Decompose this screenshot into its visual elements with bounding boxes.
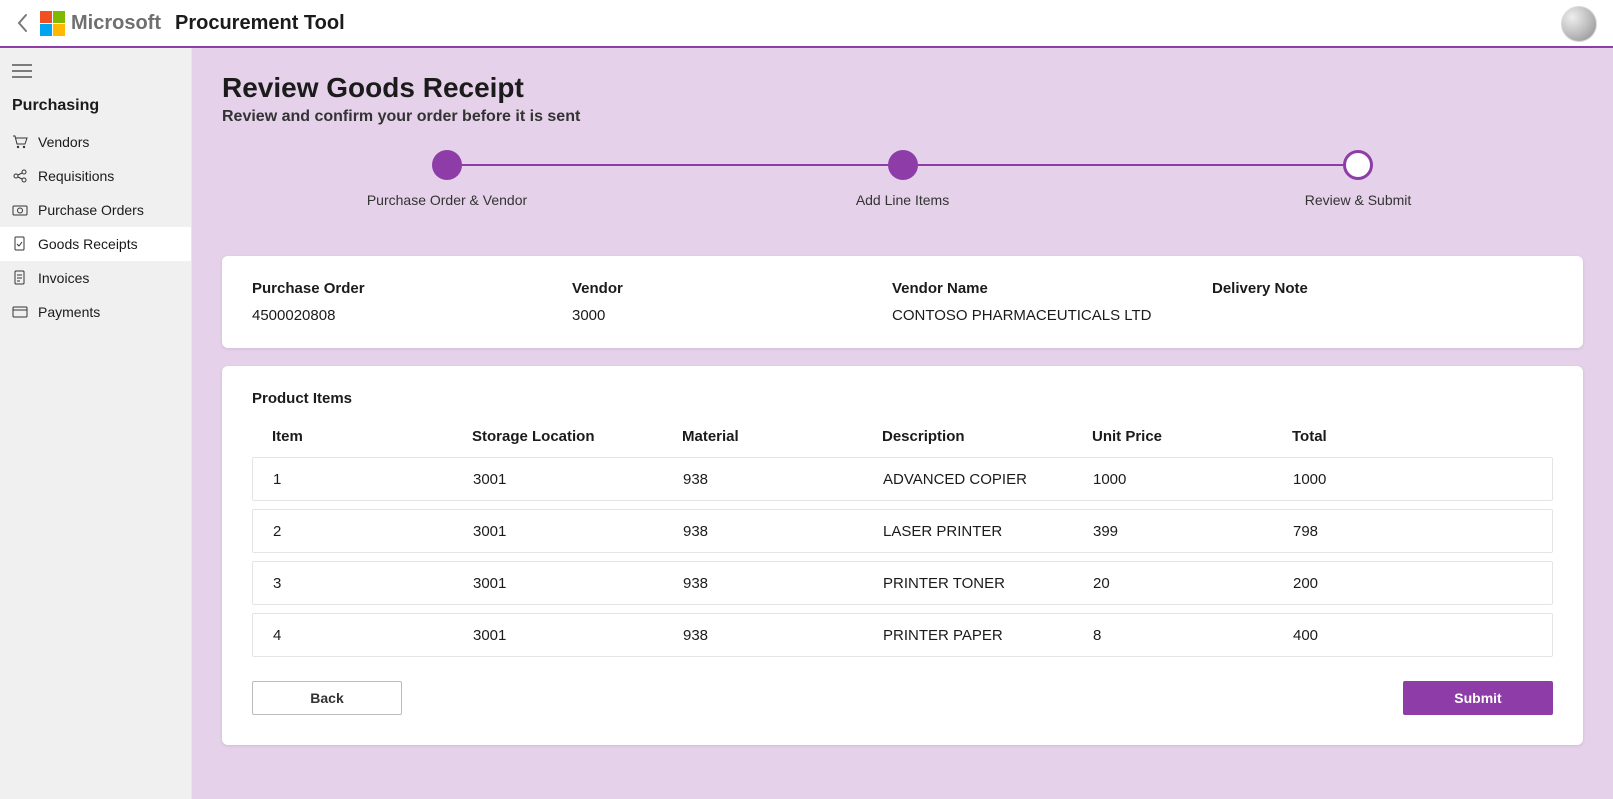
table-row: 4 3001 938 PRINTER PAPER 8 400 [252,613,1553,657]
step-label: Review & Submit [1305,192,1412,208]
col-unit-price: Unit Price [1092,428,1292,445]
cell-unit-price: 8 [1093,627,1293,644]
submit-button-label: Submit [1454,690,1501,706]
items-header-row: Item Storage Location Material Descripti… [252,421,1553,451]
sidebar-item-label: Payments [38,304,100,320]
cell-total: 400 [1293,627,1532,644]
step-1: Purchase Order & Vendor [432,150,462,208]
step-label: Add Line Items [856,192,949,208]
cell-item: 2 [273,523,473,540]
doc-check-icon [12,236,28,252]
hamburger-icon [12,64,32,78]
cell-unit-price: 20 [1093,575,1293,592]
user-avatar[interactable] [1561,6,1597,42]
cell-total: 200 [1293,575,1532,592]
purchase-order-value: 4500020808 [252,307,572,324]
sidebar-item-label: Purchase Orders [38,202,144,218]
delivery-note-label: Delivery Note [1212,280,1553,297]
col-total: Total [1292,428,1533,445]
col-description: Description [882,428,1092,445]
sidebar-item-payments[interactable]: Payments [0,295,191,329]
progress-stepper: Purchase Order & Vendor Add Line Items R… [222,150,1583,220]
cell-material: 938 [683,575,883,592]
step-dot-current-icon [1343,150,1373,180]
main-content: Review Goods Receipt Review and confirm … [192,48,1613,799]
microsoft-word: Microsoft [71,12,161,35]
camera-icon [12,202,28,218]
cell-description: ADVANCED COPIER [883,471,1093,488]
sidebar-group-title: Purchasing [0,93,191,125]
cell-description: LASER PRINTER [883,523,1093,540]
cell-item: 1 [273,471,473,488]
sidebar: Purchasing Vendors Requisitions Purchase… [0,48,192,799]
vendor-value: 3000 [572,307,892,324]
cell-material: 938 [683,471,883,488]
purchase-order-label: Purchase Order [252,280,572,297]
sidebar-item-label: Invoices [38,270,89,286]
sidebar-item-label: Goods Receipts [38,236,138,252]
vendor-label: Vendor [572,280,892,297]
sidebar-item-goods-receipts[interactable]: Goods Receipts [0,227,191,261]
step-dot-done-icon [888,150,918,180]
cell-storage: 3001 [473,471,683,488]
sidebar-item-vendors[interactable]: Vendors [0,125,191,159]
hamburger-button[interactable] [0,60,191,93]
cell-storage: 3001 [473,627,683,644]
col-storage: Storage Location [472,428,682,445]
cell-total: 1000 [1293,471,1532,488]
back-button-label: Back [310,690,343,706]
sidebar-item-purchase-orders[interactable]: Purchase Orders [0,193,191,227]
table-row: 2 3001 938 LASER PRINTER 399 798 [252,509,1553,553]
app-title: Procurement Tool [175,12,345,35]
cell-unit-price: 1000 [1093,471,1293,488]
page-title: Review Goods Receipt [222,72,1583,104]
cell-unit-price: 399 [1093,523,1293,540]
sidebar-nav: Vendors Requisitions Purchase Orders Goo… [0,125,191,329]
cell-storage: 3001 [473,523,683,540]
cell-storage: 3001 [473,575,683,592]
step-dot-done-icon [432,150,462,180]
cell-item: 3 [273,575,473,592]
sidebar-item-invoices[interactable]: Invoices [0,261,191,295]
col-material: Material [682,428,882,445]
step-3: Review & Submit [1343,150,1373,208]
sidebar-item-label: Vendors [38,134,89,150]
cart-icon [12,134,28,150]
page-subtitle: Review and confirm your order before it … [222,108,1583,126]
summary-card: Purchase Order 4500020808 Vendor 3000 Ve… [222,256,1583,348]
col-item: Item [272,428,472,445]
items-card: Product Items Item Storage Location Mate… [222,366,1583,745]
app-header: Microsoft Procurement Tool [0,0,1613,48]
chevron-left-icon [16,13,30,33]
cell-total: 798 [1293,523,1532,540]
cell-material: 938 [683,627,883,644]
share-icon [12,168,28,184]
table-row: 3 3001 938 PRINTER TONER 20 200 [252,561,1553,605]
vendor-name-value: CONTOSO PHARMACEUTICALS LTD [892,307,1212,324]
microsoft-logo-icon [40,11,65,36]
cell-description: PRINTER TONER [883,575,1093,592]
cell-material: 938 [683,523,883,540]
doc-icon [12,270,28,286]
submit-button[interactable]: Submit [1403,681,1553,715]
vendor-name-label: Vendor Name [892,280,1212,297]
action-bar: Back Submit [252,681,1553,715]
back-chevron-button[interactable] [16,13,30,33]
sidebar-item-requisitions[interactable]: Requisitions [0,159,191,193]
step-2: Add Line Items [888,150,918,208]
card-icon [12,304,28,320]
cell-description: PRINTER PAPER [883,627,1093,644]
items-section-title: Product Items [252,390,1553,407]
table-row: 1 3001 938 ADVANCED COPIER 1000 1000 [252,457,1553,501]
cell-item: 4 [273,627,473,644]
step-label: Purchase Order & Vendor [367,192,527,208]
back-button[interactable]: Back [252,681,402,715]
sidebar-item-label: Requisitions [38,168,114,184]
